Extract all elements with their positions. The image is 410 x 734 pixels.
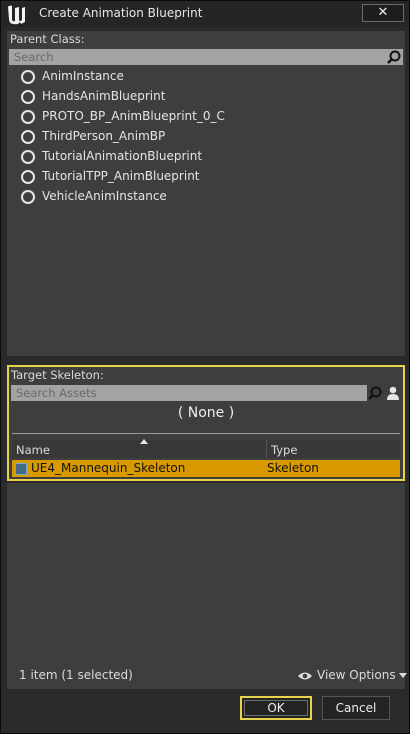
status-text: 1 item (1 selected) bbox=[19, 668, 133, 682]
chevron-down-icon bbox=[398, 673, 407, 678]
parent-class-label: Parent Class: bbox=[10, 32, 85, 46]
table-header: Name Type bbox=[12, 439, 400, 458]
radio-icon[interactable] bbox=[21, 150, 35, 164]
radio-icon[interactable] bbox=[21, 70, 35, 84]
eye-icon bbox=[298, 672, 312, 679]
search-placeholder: Search bbox=[14, 50, 54, 64]
title-bar: Create Animation Blueprint ✕ bbox=[1, 1, 409, 27]
divider bbox=[12, 433, 400, 434]
close-button[interactable]: ✕ bbox=[362, 4, 404, 22]
row-name: UE4_Mannequin_Skeleton bbox=[31, 461, 186, 475]
ok-inner-frame bbox=[244, 700, 308, 716]
search-icon[interactable] bbox=[387, 50, 401, 64]
radio-icon[interactable] bbox=[21, 130, 35, 144]
parent-class-panel: Parent Class: Search AnimInstance HandsA… bbox=[7, 31, 405, 356]
asset-list-area bbox=[7, 483, 405, 689]
column-divider[interactable] bbox=[266, 440, 267, 458]
cancel-button[interactable]: Cancel bbox=[322, 696, 390, 720]
radio-icon[interactable] bbox=[21, 110, 35, 124]
view-options-button[interactable]: View Options bbox=[297, 668, 407, 682]
target-skeleton-panel: Target Skeleton: Search Assets ( None ) … bbox=[7, 365, 405, 481]
radio-icon[interactable] bbox=[21, 190, 35, 204]
view-options-label: View Options bbox=[317, 668, 396, 682]
skeleton-asset-icon bbox=[15, 463, 27, 475]
dialog-title: Create Animation Blueprint bbox=[39, 6, 203, 20]
selected-skeleton-display: ( None ) bbox=[177, 405, 235, 421]
table-row[interactable]: UE4_Mannequin_Skeleton Skeleton bbox=[12, 460, 400, 477]
unreal-logo-icon bbox=[8, 5, 25, 25]
sort-ascending-icon[interactable] bbox=[140, 439, 148, 444]
radio-icon[interactable] bbox=[21, 90, 35, 104]
target-skeleton-label: Target Skeleton: bbox=[11, 368, 104, 382]
user-filter-icon[interactable] bbox=[386, 385, 400, 401]
column-type-header[interactable]: Type bbox=[271, 443, 297, 457]
search-icon[interactable] bbox=[368, 386, 382, 400]
search-placeholder: Search Assets bbox=[16, 386, 97, 400]
skeleton-search[interactable]: Search Assets bbox=[11, 385, 382, 401]
row-type: Skeleton bbox=[267, 461, 319, 475]
radio-icon[interactable] bbox=[21, 170, 35, 184]
create-animation-blueprint-dialog: Create Animation Blueprint ✕ Parent Clas… bbox=[0, 0, 410, 734]
parent-class-search[interactable]: Search bbox=[9, 49, 403, 65]
column-name-header[interactable]: Name bbox=[16, 443, 50, 457]
ok-button[interactable]: OK bbox=[240, 696, 312, 720]
